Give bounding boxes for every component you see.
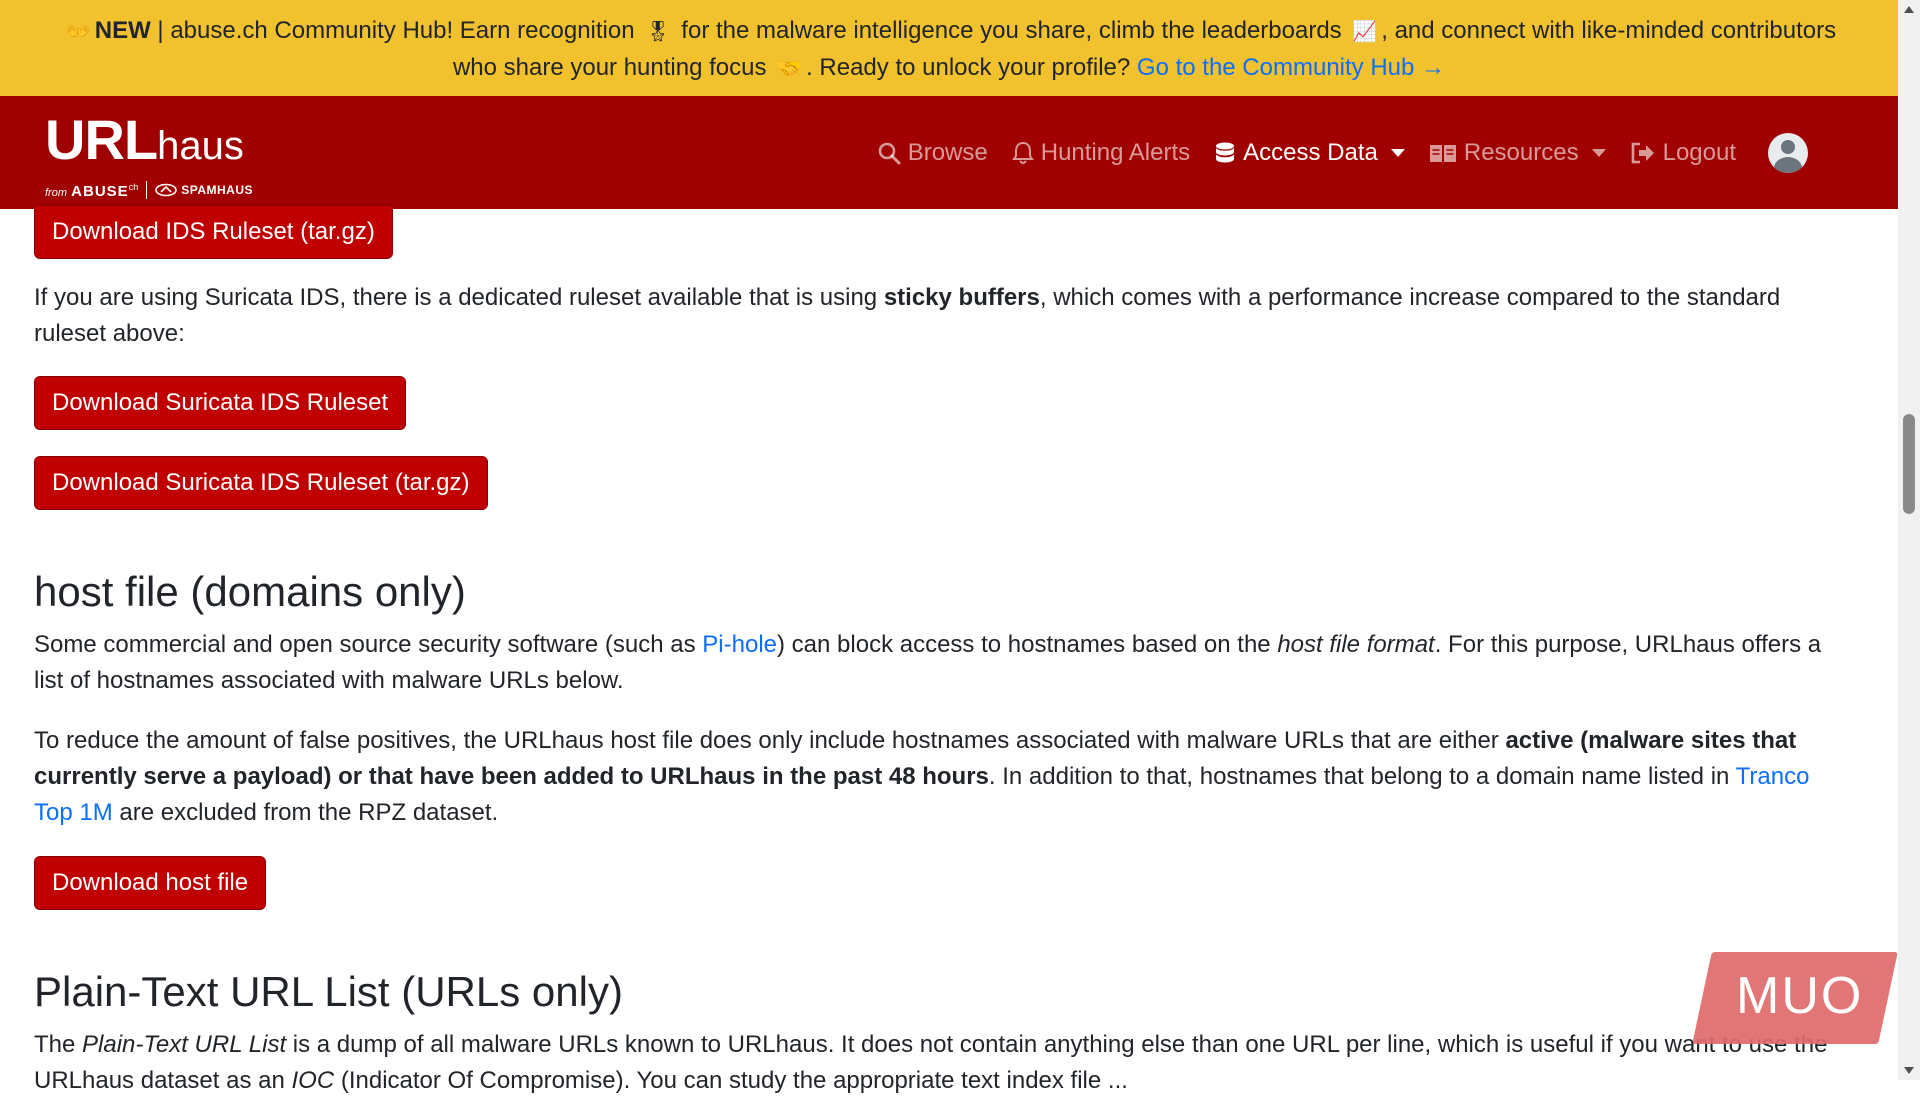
banner-text: . Ready to unlock your profile?	[806, 54, 1137, 81]
brand-haus: haus	[157, 124, 244, 168]
main-nav: Browse Hunting Alerts Access Data Resour…	[877, 96, 1808, 209]
handshake-icon: 🤝	[777, 58, 803, 80]
brand-title: URLhaus	[45, 110, 253, 176]
host-file-heading: host file (domains only)	[34, 568, 466, 615]
banner-text: who share your hunting focus	[452, 54, 774, 81]
page-scrollbar[interactable]	[1898, 0, 1920, 1080]
user-avatar-icon[interactable]	[1768, 132, 1808, 173]
ioc-text: IOC	[291, 1067, 335, 1094]
community-hub-banner: 👐 NEW | abuse.ch Community Hub! Earn reco…	[0, 0, 1898, 96]
host-file-false-positives-paragraph: To reduce the amount of false positives,…	[34, 723, 1854, 831]
pi-hole-link[interactable]: Pi-hole	[702, 631, 777, 658]
top-navbar: URLhaus from ABUSEch SPAMHAUS Browse Hun…	[0, 96, 1898, 209]
plain-text-url-list-heading: Plain-Text URL List (URLs only)	[34, 968, 623, 1015]
paragraph-text: . In addition to that, hostnames that be…	[988, 763, 1736, 790]
sticky-buffers-text: sticky buffers	[883, 284, 1040, 311]
banner-line-2: who share your hunting focus 🤝. Ready to…	[0, 50, 1898, 87]
paragraph-text: ) can block access to hostnames based on…	[777, 631, 1278, 658]
nav-resources-label: Resources	[1463, 138, 1579, 166]
bell-icon	[1011, 141, 1034, 164]
banner-text: for the malware intelligence you share, …	[674, 17, 1349, 44]
database-icon	[1216, 142, 1235, 162]
download-suricata-ruleset-targz-button[interactable]: Download Suricata IDS Ruleset (tar.gz)	[34, 456, 488, 510]
host-file-format-text: host file format	[1277, 631, 1435, 658]
nav-hunting-alerts-label: Hunting Alerts	[1040, 138, 1191, 166]
spamhaus-text: SPAMHAUS	[181, 183, 253, 197]
paragraph-text: If you are using Suricata IDS, there is …	[34, 284, 884, 311]
scroll-down-icon[interactable]	[1904, 1067, 1914, 1074]
nav-logout[interactable]: Logout	[1630, 139, 1736, 167]
open-hands-icon: 👐	[65, 21, 91, 43]
nav-browse-label: Browse	[907, 138, 988, 166]
avatar-body	[1774, 156, 1802, 173]
avatar-head	[1781, 139, 1795, 154]
paragraph-text: To reduce the amount of false positives,…	[34, 727, 1506, 754]
scrollbar-thumb[interactable]	[1903, 414, 1915, 514]
urlhaus-logo[interactable]: URLhaus from ABUSEch SPAMHAUS	[45, 110, 253, 202]
banner-new-label: NEW	[94, 17, 151, 44]
paragraph-text: (Indicator Of Compromise). You can study…	[334, 1067, 1128, 1094]
brand-abuse: ABUSE	[71, 183, 129, 200]
paragraph-text: are excluded from the RPZ dataset.	[112, 799, 499, 826]
download-host-file-button[interactable]: Download host file	[34, 856, 267, 910]
nav-access-data[interactable]: Access Data	[1214, 139, 1405, 167]
nav-hunting-alerts[interactable]: Hunting Alerts	[1011, 138, 1191, 167]
nav-resources[interactable]: Resources	[1429, 139, 1606, 167]
scroll-up-icon[interactable]	[1904, 6, 1914, 13]
banner-line-1: 👐 NEW | abuse.ch Community Hub! Earn reco…	[0, 13, 1898, 50]
book-icon	[1429, 144, 1456, 162]
brand-subline: from ABUSEch SPAMHAUS	[45, 178, 253, 202]
nav-access-data-label: Access Data	[1243, 138, 1378, 166]
paragraph-text: The	[34, 1031, 83, 1058]
logout-icon	[1631, 142, 1654, 163]
host-file-intro-paragraph: Some commercial and open source security…	[34, 627, 1854, 699]
chart-up-icon: 📈	[1352, 21, 1378, 43]
plain-text-paragraph: The Plain-Text URL List is a dump of all…	[34, 1027, 1854, 1099]
chevron-down-icon	[1390, 148, 1405, 157]
brand-url: URL	[45, 108, 158, 171]
nav-logout-label: Logout	[1662, 138, 1736, 166]
community-hub-link[interactable]: Go to the Community Hub →	[1137, 54, 1445, 81]
spamhaus-logo: SPAMHAUS	[155, 181, 253, 199]
suricata-paragraph: If you are using Suricata IDS, there is …	[34, 280, 1854, 352]
spamhaus-icon	[155, 183, 178, 197]
muo-watermark-text: MUO	[1736, 967, 1864, 1025]
medal-icon: 🎖	[645, 21, 671, 43]
download-suricata-ruleset-button[interactable]: Download Suricata IDS Ruleset	[34, 376, 407, 430]
banner-text: | abuse.ch Community Hub! Earn recogniti…	[150, 17, 642, 44]
brand-separator	[146, 181, 148, 199]
download-ids-ruleset-targz-button[interactable]: Download IDS Ruleset (tar.gz)	[34, 205, 393, 259]
paragraph-text: Some commercial and open source security…	[34, 631, 703, 658]
brand-ch: ch	[128, 182, 139, 192]
plain-text-url-list-text: Plain-Text URL List	[82, 1031, 287, 1058]
brand-from: from	[45, 187, 67, 199]
search-icon	[878, 142, 901, 164]
banner-text: , and connect with like-minded contribut…	[1381, 17, 1837, 44]
chevron-down-icon	[1591, 148, 1606, 157]
nav-browse[interactable]: Browse	[877, 139, 988, 167]
